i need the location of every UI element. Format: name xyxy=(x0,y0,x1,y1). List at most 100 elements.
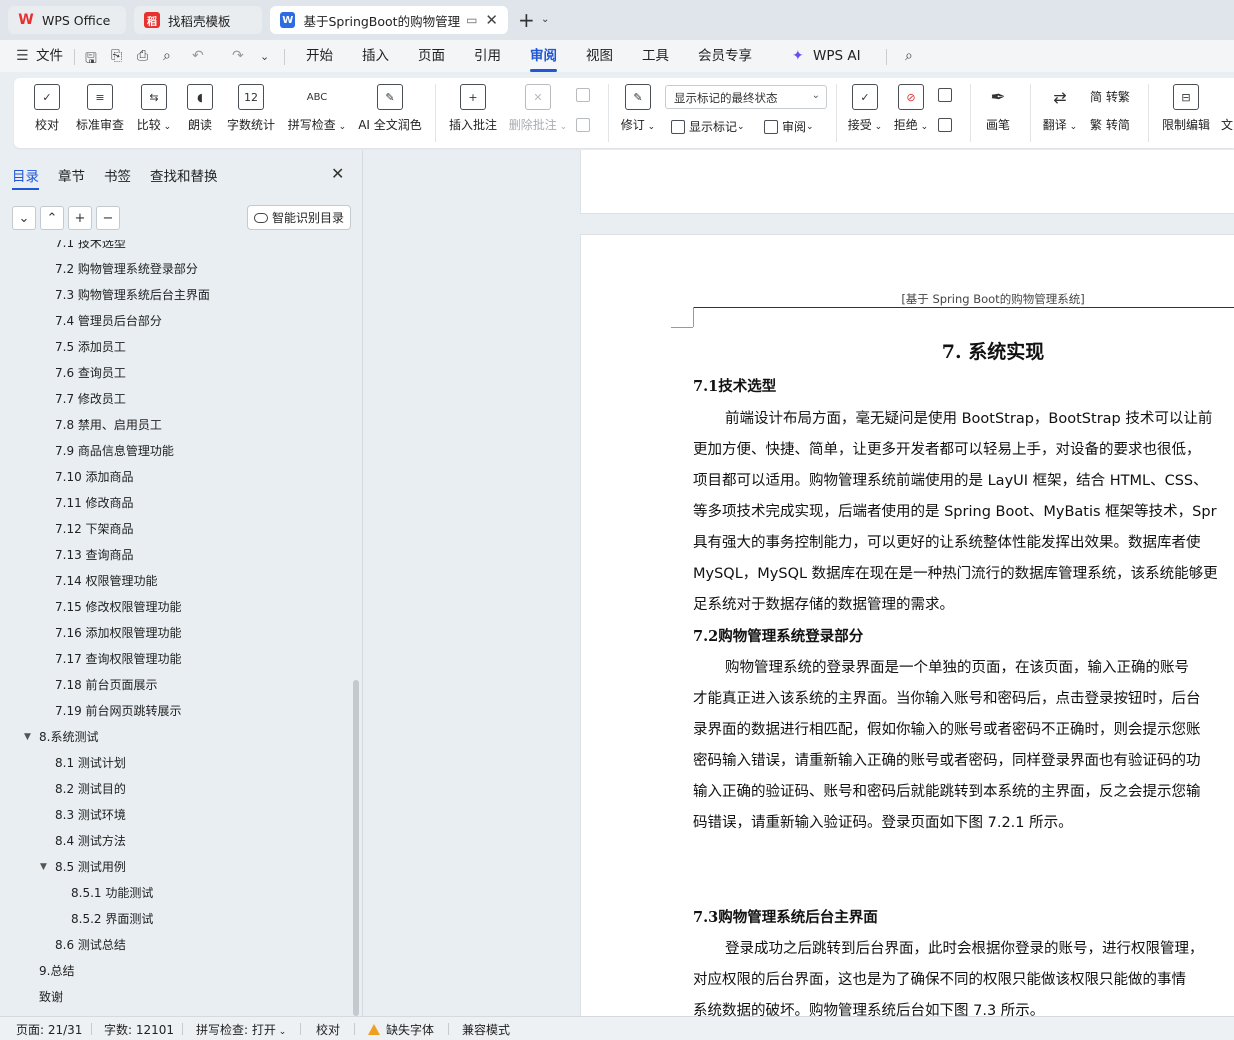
hamburger-icon[interactable]: ☰ xyxy=(16,48,29,64)
next-change-button[interactable] xyxy=(938,118,956,132)
toc-item[interactable]: 7.12 下架商品 xyxy=(55,516,134,542)
toc-item[interactable]: 7.10 添加商品 xyxy=(55,464,134,490)
toc-item[interactable]: 8.5.1 功能测试 xyxy=(71,880,153,906)
new-tab-icon[interactable]: + xyxy=(518,10,535,30)
smart-toc-button[interactable]: 智能识别目录 xyxy=(247,205,351,230)
toc-item[interactable]: 7.14 权限管理功能 xyxy=(55,568,158,594)
menu-member[interactable]: 会员专享 xyxy=(698,40,752,72)
expand-down-button[interactable]: ⌄ xyxy=(12,206,36,230)
markup-state-select[interactable]: 显示标记的最终状态 ⌄ xyxy=(665,85,827,109)
save-icon[interactable]: 🖫 xyxy=(85,48,97,72)
menu-wps-ai[interactable]: WPS AI xyxy=(813,40,861,72)
restrict-edit-button[interactable]: ⊟ 限制编辑 xyxy=(1160,84,1212,133)
spell-check-status[interactable]: 拼写检查: 打开 ⌄ xyxy=(196,1021,286,1038)
word-count-button[interactable]: 12 字数统计 xyxy=(226,84,276,133)
insert-comment-button[interactable]: + 插入批注 xyxy=(446,84,500,133)
menu-insert[interactable]: 插入 xyxy=(362,40,389,72)
toc-item[interactable]: 7.18 前台页面展示 xyxy=(55,672,158,698)
accept-button[interactable]: ✓ 接受 ⌄ xyxy=(846,84,884,133)
toc-item[interactable]: 8.3 测试环境 xyxy=(55,802,126,828)
toc-item[interactable]: 7.2 购物管理系统登录部分 xyxy=(55,256,198,282)
more-ribbon-button[interactable]: 文 xyxy=(1220,84,1234,133)
toc-item[interactable]: ▼ 8.系统测试 xyxy=(24,724,98,750)
chevron-down-icon[interactable]: ⌄ xyxy=(260,50,269,63)
menu-file[interactable]: 文件 xyxy=(36,40,63,72)
toc-item[interactable]: 7.16 添加权限管理功能 xyxy=(55,620,182,646)
to-simplified-button[interactable]: 繁 转简 xyxy=(1090,116,1130,133)
toc-item[interactable]: 8.4 测试方法 xyxy=(55,828,126,854)
toc-item[interactable]: 7.19 前台网页跳转展示 xyxy=(55,698,182,724)
toc-item[interactable]: 8.2 测试目的 xyxy=(55,776,126,802)
toc-item[interactable]: 7.7 修改员工 xyxy=(55,386,126,412)
proof-status[interactable]: 校对 xyxy=(316,1021,340,1038)
compare-button[interactable]: ⇆ 比较 ⌄ xyxy=(134,84,174,133)
toc-item[interactable]: 7.4 管理员后台部分 xyxy=(55,308,162,334)
export-icon[interactable]: ⎘ xyxy=(111,48,122,64)
show-markup-button[interactable]: 显示标记 ⌄ xyxy=(671,118,745,135)
toc-item[interactable]: 7.11 修改商品 xyxy=(55,490,134,516)
ink-button[interactable]: ✒ 画笔 xyxy=(982,84,1014,133)
expand-triangle-icon[interactable]: ▼ xyxy=(24,724,31,750)
print-preview-icon[interactable]: ⌕ xyxy=(163,48,171,64)
close-icon[interactable]: ✕ xyxy=(485,11,498,29)
chevron-down-icon[interactable]: ⌄ xyxy=(541,14,549,25)
undo-icon[interactable]: ↶ xyxy=(192,48,204,64)
compat-mode-status[interactable]: 兼容模式 xyxy=(462,1021,510,1038)
menu-view[interactable]: 视图 xyxy=(586,40,613,72)
collapse-up-button[interactable]: ⌃ xyxy=(40,206,64,230)
expand-triangle-icon[interactable]: ▼ xyxy=(40,854,47,880)
toc-item[interactable]: 9.总结 xyxy=(39,958,74,984)
sidebar-scrollbar[interactable] xyxy=(353,680,359,1016)
tab-document[interactable]: W 基于SpringBoot的购物管理系统 ▭ ✕ xyxy=(270,6,508,34)
page-indicator[interactable]: 页面: 21/31 xyxy=(16,1021,82,1038)
menu-references[interactable]: 引用 xyxy=(474,40,501,72)
tab-find-replace[interactable]: 查找和替换 xyxy=(150,165,218,185)
spell-check-button[interactable]: ABC 拼写检查 ⌄ xyxy=(286,84,348,133)
toc-item[interactable]: 7.3 购物管理系统后台主界面 xyxy=(55,282,210,308)
toc-item[interactable]: 7.1 技术选型 xyxy=(55,240,126,256)
word-count-status[interactable]: 字数: 12101 xyxy=(104,1021,174,1038)
delete-comment-button[interactable]: ✕ 删除批注 ⌄ xyxy=(508,84,568,133)
toc-item[interactable]: 7.15 修改权限管理功能 xyxy=(55,594,182,620)
tab-toc[interactable]: 目录 xyxy=(12,165,39,190)
toc-item[interactable]: 7.8 禁用、启用员工 xyxy=(55,412,162,438)
search-icon[interactable]: ⌕ xyxy=(905,48,913,64)
remove-heading-button[interactable]: − xyxy=(96,206,120,230)
menu-review[interactable]: 审阅 xyxy=(530,40,557,72)
menu-home[interactable]: 开始 xyxy=(306,40,333,72)
to-traditional-button[interactable]: 简 转繁 xyxy=(1090,88,1130,105)
translate-button[interactable]: ⇄ 翻译 ⌄ xyxy=(1040,84,1080,133)
tab-wps-office[interactable]: W WPS Office xyxy=(8,6,126,34)
next-comment-button[interactable] xyxy=(576,118,594,132)
read-aloud-button[interactable]: ◖ 朗读 xyxy=(184,84,216,133)
toc-item[interactable]: 7.5 添加员工 xyxy=(55,334,126,360)
add-heading-button[interactable]: + xyxy=(68,206,92,230)
redo-icon[interactable]: ↷ xyxy=(232,48,244,64)
toc-item[interactable]: 8.1 测试计划 xyxy=(55,750,126,776)
close-icon[interactable]: ✕ xyxy=(331,164,344,183)
menu-tools[interactable]: 工具 xyxy=(642,40,669,72)
toc-item[interactable]: 7.9 商品信息管理功能 xyxy=(55,438,174,464)
prev-comment-button[interactable] xyxy=(576,88,594,102)
toc-item[interactable]: 8.6 测试总结 xyxy=(55,932,126,958)
proof-button[interactable]: ✓ 校对 xyxy=(32,84,62,133)
tab-bookmarks[interactable]: 书签 xyxy=(104,165,131,185)
print-icon[interactable]: ⎙ xyxy=(137,48,148,64)
prev-change-button[interactable] xyxy=(938,88,956,102)
ai-polish-button[interactable]: ✎ AI 全文润色 xyxy=(356,84,424,133)
missing-font-status[interactable]: 缺失字体 xyxy=(368,1021,434,1038)
toc-item[interactable]: 7.17 查询权限管理功能 xyxy=(55,646,182,672)
toc-item[interactable]: ▼ 8.5 测试用例 xyxy=(40,854,126,880)
revise-button[interactable]: ✎ 修订 ⌄ xyxy=(618,84,658,133)
toc-item[interactable]: 7.6 查询员工 xyxy=(55,360,126,386)
screen-icon[interactable]: ▭ xyxy=(466,13,477,27)
reject-button[interactable]: ⊘ 拒绝 ⌄ xyxy=(892,84,930,133)
tab-sections[interactable]: 章节 xyxy=(58,165,85,185)
toc-item[interactable]: 7.13 查询商品 xyxy=(55,542,134,568)
menu-page[interactable]: 页面 xyxy=(418,40,445,72)
tab-template[interactable]: 稻 找稻壳模板 xyxy=(134,6,262,34)
toc-item[interactable]: 8.5.2 界面测试 xyxy=(71,906,153,932)
review-pane-button[interactable]: 审阅 ⌄ xyxy=(764,118,814,135)
standard-review-button[interactable]: ≡ 标准审查 xyxy=(74,84,126,133)
toc-item[interactable]: 致谢 xyxy=(39,984,63,1010)
